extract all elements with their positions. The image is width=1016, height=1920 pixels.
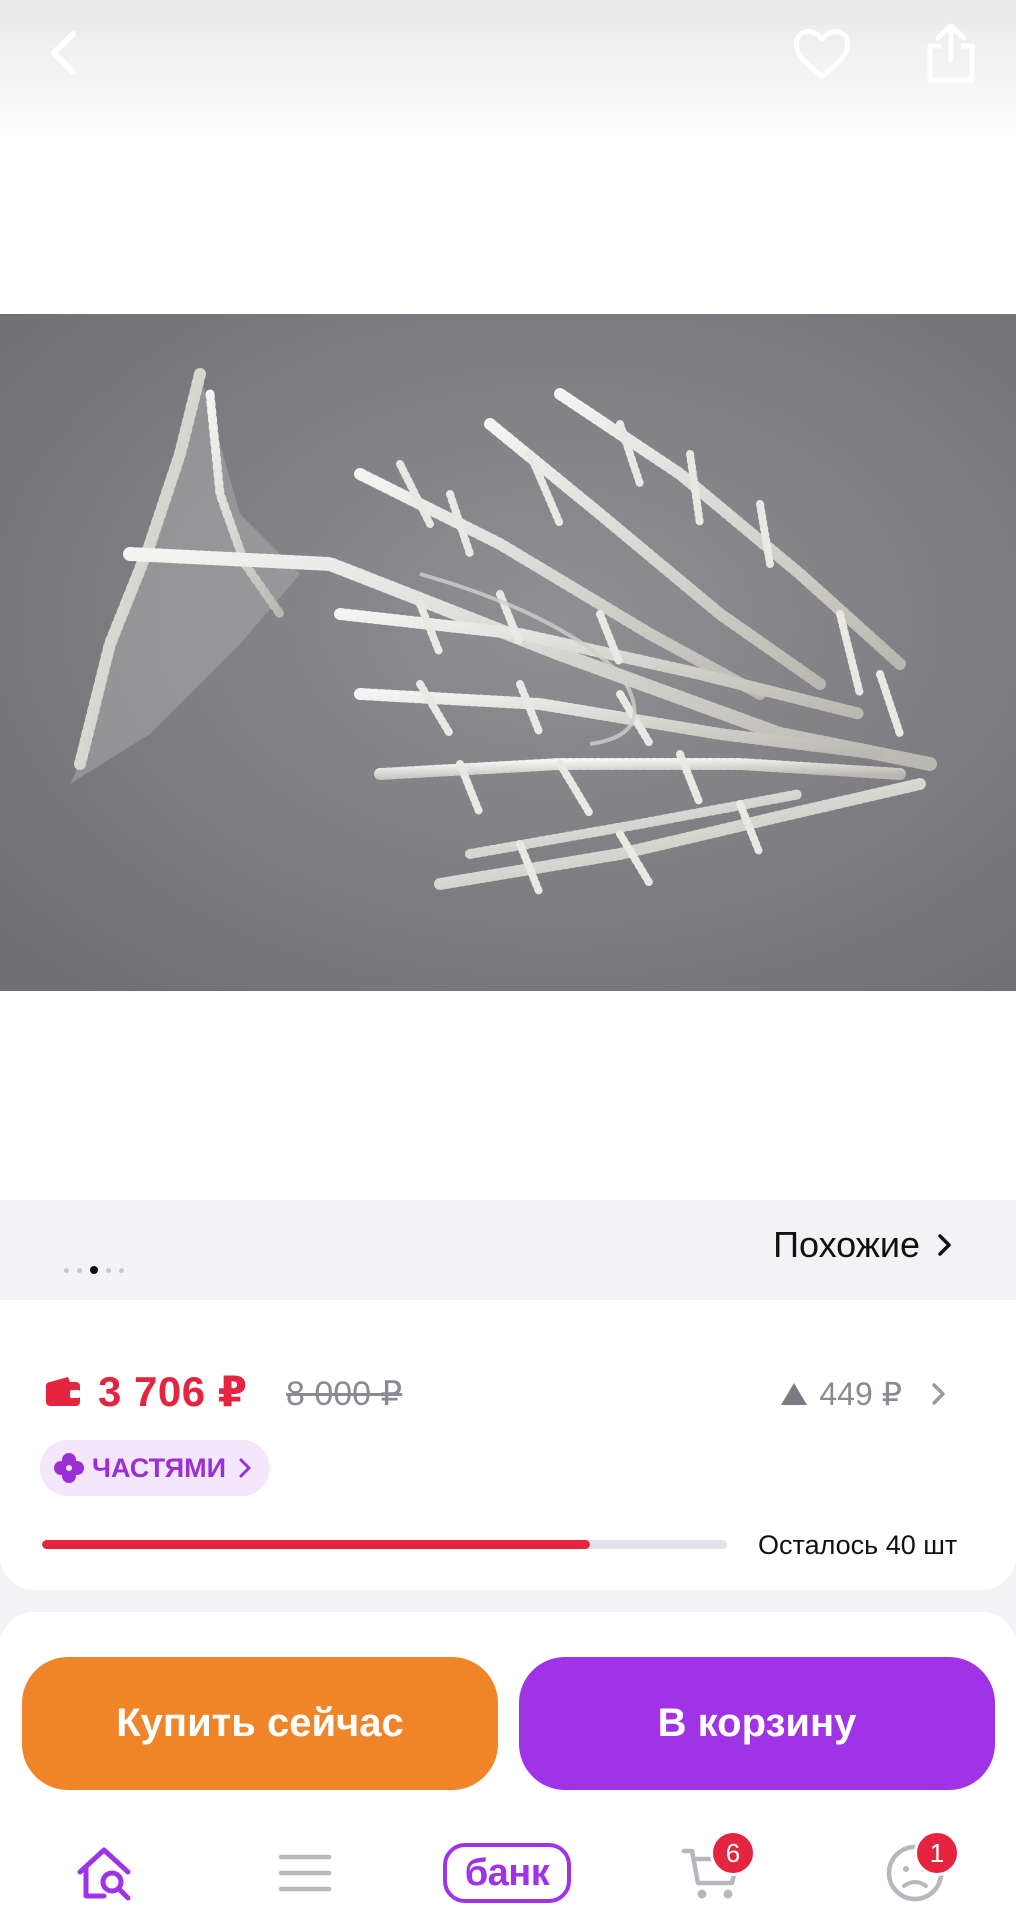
buy-now-button[interactable]: Купить сейчас xyxy=(22,1657,498,1790)
tab-catalog[interactable] xyxy=(270,1838,340,1908)
tab-bank[interactable]: банк xyxy=(442,1838,572,1908)
favorite-button[interactable] xyxy=(787,18,857,88)
profile-notification-badge: 1 xyxy=(914,1830,960,1876)
triangle-icon xyxy=(781,1383,808,1405)
chevron-left-icon xyxy=(51,31,76,75)
cart-count-badge: 6 xyxy=(710,1830,756,1876)
chevron-right-icon xyxy=(932,1383,945,1405)
wallet-icon xyxy=(46,1377,80,1406)
heart-icon xyxy=(793,29,851,79)
page-dot-active[interactable] xyxy=(90,1266,98,1274)
installments-badge[interactable]: ЧАСТЯМИ xyxy=(40,1440,271,1496)
gallery-pagination xyxy=(64,1264,124,1276)
product-photo[interactable] xyxy=(0,314,1016,991)
menu-icon xyxy=(278,1854,332,1892)
stock-progress-bar xyxy=(42,1540,727,1549)
old-price: 8 000 ₽ xyxy=(286,1375,403,1413)
current-price: 3 706 ₽ xyxy=(98,1368,248,1415)
top-header xyxy=(0,0,1016,140)
installments-label: ЧАСТЯМИ xyxy=(92,1452,227,1483)
stock-remaining: Осталось 40 шт xyxy=(758,1530,958,1560)
page-dot[interactable] xyxy=(77,1267,82,1273)
similar-link[interactable]: Похожие xyxy=(773,1224,956,1266)
chevron-right-icon xyxy=(239,1458,251,1478)
add-to-cart-button[interactable]: В корзину xyxy=(519,1657,995,1790)
share-icon xyxy=(927,23,975,83)
tiara-image xyxy=(0,314,1016,991)
points-info[interactable]: 449 ₽ xyxy=(779,1372,948,1416)
page-dot[interactable] xyxy=(106,1267,111,1273)
page-dot[interactable] xyxy=(119,1267,124,1273)
page-dot[interactable] xyxy=(64,1267,69,1273)
house-search-icon xyxy=(77,1847,131,1901)
share-button[interactable] xyxy=(916,18,986,88)
back-button[interactable] xyxy=(30,18,100,88)
bank-label: банк xyxy=(464,1852,550,1894)
clover-icon xyxy=(54,1453,84,1483)
similar-label: Похожие xyxy=(773,1224,920,1265)
stock-progress-fill xyxy=(42,1540,590,1549)
bank-logo: банк xyxy=(443,1843,571,1903)
chevron-right-icon xyxy=(938,1234,951,1256)
tab-home-search[interactable] xyxy=(70,1838,140,1908)
points-value: 449 ₽ xyxy=(819,1376,902,1412)
